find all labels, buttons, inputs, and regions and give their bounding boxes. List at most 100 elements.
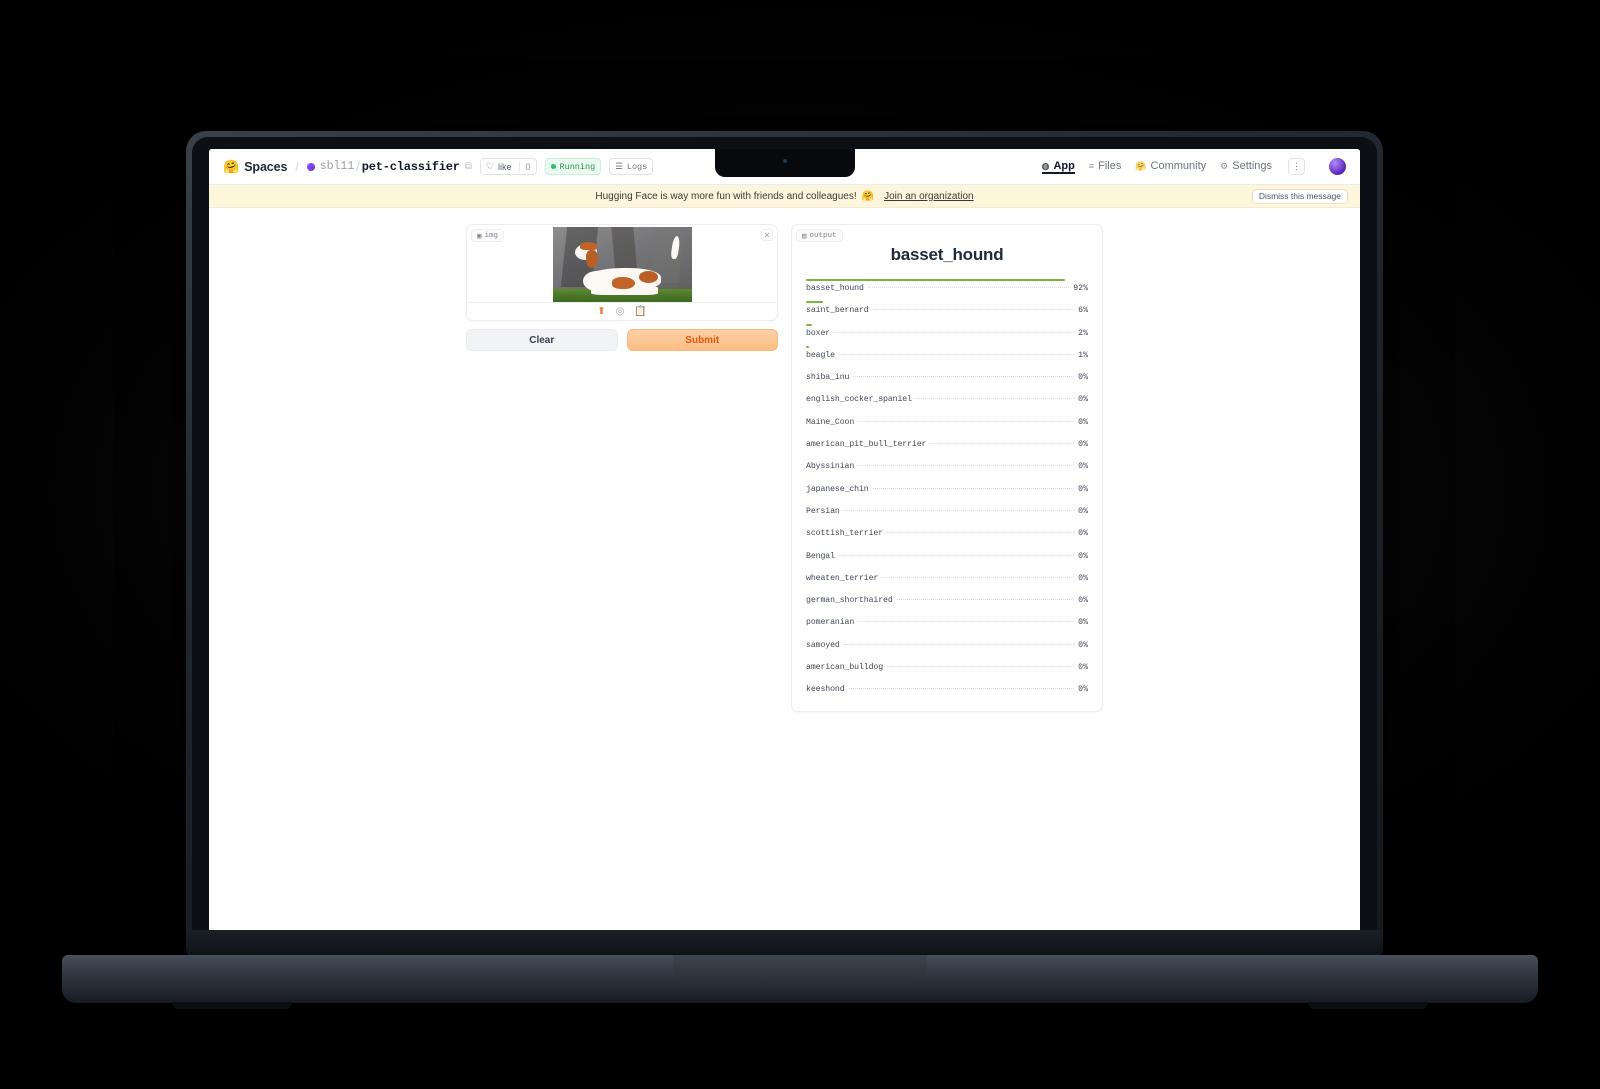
output-column: ▤ output basset_hound basset_hound 92% sai…	[791, 224, 1103, 712]
status-label: Running	[559, 161, 596, 172]
join-organization-link[interactable]: Join an organization	[884, 191, 974, 202]
dismiss-banner-button[interactable]: Dismiss this message	[1251, 188, 1348, 204]
logs-button[interactable]: ☰ Logs	[609, 158, 654, 175]
leader-dots	[872, 487, 1075, 489]
confidence-line: american_pit_bull_terrier 0%	[806, 440, 1088, 449]
confidence-row: keeshond 0%	[806, 680, 1088, 702]
confidence-row: Bengal 0%	[806, 547, 1088, 569]
gradio-app-body: ▣ img ✕ ⬆ ◎ 📋 Clear Submit ▤ output bass…	[209, 208, 1360, 712]
submit-button[interactable]: Submit	[626, 329, 778, 351]
leader-dots	[872, 309, 1075, 311]
confidence-row: shiba_inu 0%	[806, 368, 1088, 390]
image-preview[interactable]	[467, 227, 777, 302]
app-icon: ◍	[1041, 160, 1050, 171]
laptop-base-notch	[673, 955, 927, 977]
confidence-value: 0%	[1078, 551, 1088, 561]
confidence-line: basset_hound 92%	[806, 284, 1088, 293]
confidence-label: Abyssinian	[806, 462, 855, 472]
confidence-line: keeshond 0%	[806, 685, 1088, 694]
confidence-line: american_bulldog 0%	[806, 663, 1088, 672]
confidence-label: keeshond	[806, 685, 845, 695]
laptop-lid: 🤗 Spaces / sbl11 / pet-classifier ⧉ ♡ li…	[186, 131, 1383, 941]
image-block-badge-label: img	[484, 231, 499, 240]
confidence-line: Persian 0%	[806, 507, 1088, 516]
community-emoji-icon: 🤗	[1135, 160, 1147, 171]
spaces-link[interactable]: Spaces	[244, 160, 287, 174]
upload-icon[interactable]: ⬆	[597, 306, 605, 317]
camera-icon	[782, 159, 787, 163]
header-nav: ◍ App ≡ Files 🤗 Community ⚙ Settings ⋮	[1041, 158, 1346, 175]
confidence-value: 0%	[1078, 640, 1088, 650]
status-badge[interactable]: Running	[544, 158, 602, 175]
dog-photo	[552, 227, 692, 302]
leader-dots	[853, 376, 1075, 378]
confidence-label: wheaten_terrier	[806, 573, 879, 583]
output-icon: ▤	[802, 232, 807, 241]
gear-icon: ⚙	[1220, 160, 1229, 171]
confidence-label: japanese_chin	[806, 484, 869, 494]
confidence-value: 0%	[1078, 596, 1088, 606]
confidence-list: basset_hound 92% saint_bernard 6% boxer 2% bea…	[800, 279, 1094, 703]
action-buttons: Clear Submit	[466, 329, 778, 351]
confidence-label: samoyed	[806, 640, 840, 650]
copy-icon[interactable]: ⧉	[465, 161, 472, 172]
like-label: like	[497, 161, 512, 172]
tab-app[interactable]: ◍ App	[1041, 160, 1075, 174]
files-icon: ≡	[1088, 161, 1095, 171]
leader-dots	[848, 688, 1075, 690]
leader-dots	[915, 398, 1075, 400]
clear-image-button[interactable]: ✕	[761, 229, 773, 241]
confidence-row: pomeranian 0%	[806, 613, 1088, 635]
output-block-badge: ▤ output	[796, 229, 843, 242]
tab-app-label: App	[1053, 160, 1075, 172]
active-tab-underline	[1041, 172, 1075, 174]
webcam-icon[interactable]: ◎	[616, 306, 625, 317]
confidence-value: 2%	[1078, 328, 1088, 338]
confidence-row: scottish_terrier 0%	[806, 524, 1088, 546]
confidence-value: 0%	[1078, 685, 1088, 695]
confidence-line: english_cocker_spaniel 0%	[806, 395, 1088, 404]
confidence-label: beagle	[806, 350, 835, 360]
confidence-value: 0%	[1078, 573, 1088, 583]
leader-dots	[930, 443, 1075, 445]
confidence-value: 0%	[1078, 417, 1088, 427]
repo-name-link[interactable]: pet-classifier	[362, 160, 460, 174]
confidence-value: 0%	[1078, 506, 1088, 516]
leader-dots	[867, 287, 1070, 288]
tab-settings[interactable]: ⚙ Settings	[1220, 160, 1272, 173]
confidence-row: wheaten_terrier 0%	[806, 569, 1088, 591]
confidence-row: boxer 2%	[806, 323, 1088, 346]
tab-community-label: Community	[1150, 160, 1207, 172]
leader-dots	[858, 465, 1075, 467]
paste-icon[interactable]: 📋	[634, 306, 646, 317]
confidence-line: scottish_terrier 0%	[806, 529, 1088, 538]
tab-files[interactable]: ≡ Files	[1089, 160, 1122, 173]
output-block-badge-label: output	[809, 231, 837, 240]
clear-button[interactable]: Clear	[466, 329, 618, 351]
vertical-dots-icon: ⋮	[1292, 161, 1301, 171]
tab-community[interactable]: 🤗 Community	[1135, 160, 1206, 173]
more-options-button[interactable]: ⋮	[1288, 158, 1305, 175]
image-block-badge: ▣ img	[471, 229, 505, 242]
leader-dots	[838, 353, 1075, 355]
confidence-label: saint_bernard	[806, 306, 869, 316]
dog-patch-shape	[638, 270, 659, 283]
confidence-row: Maine_Coon 0%	[806, 413, 1088, 435]
image-input-block[interactable]: ▣ img ✕ ⬆ ◎ 📋	[466, 224, 778, 321]
output-block: ▤ output basset_hound basset_hound 92% sai…	[791, 224, 1103, 712]
repo-owner-link[interactable]: sbl11	[320, 160, 355, 173]
laptop-hinge	[186, 930, 1383, 958]
confidence-value: 0%	[1078, 440, 1088, 450]
confidence-value: 92%	[1073, 284, 1088, 293]
like-button[interactable]: ♡ like 0	[479, 158, 537, 175]
confidence-row: Abyssinian 0%	[806, 457, 1088, 479]
repo-breadcrumb: sbl11 / pet-classifier ⧉	[306, 160, 472, 174]
confidence-line: wheaten_terrier 0%	[806, 574, 1088, 583]
avatar[interactable]	[1329, 158, 1346, 175]
hugging-face-emoji-icon[interactable]: 🤗	[223, 160, 239, 173]
confidence-value: 0%	[1078, 395, 1088, 405]
header-separator: /	[295, 159, 299, 174]
confidence-label: american_bulldog	[806, 663, 884, 673]
top-prediction-label: basset_hound	[890, 245, 1004, 264]
confidence-label: Persian	[806, 506, 840, 516]
